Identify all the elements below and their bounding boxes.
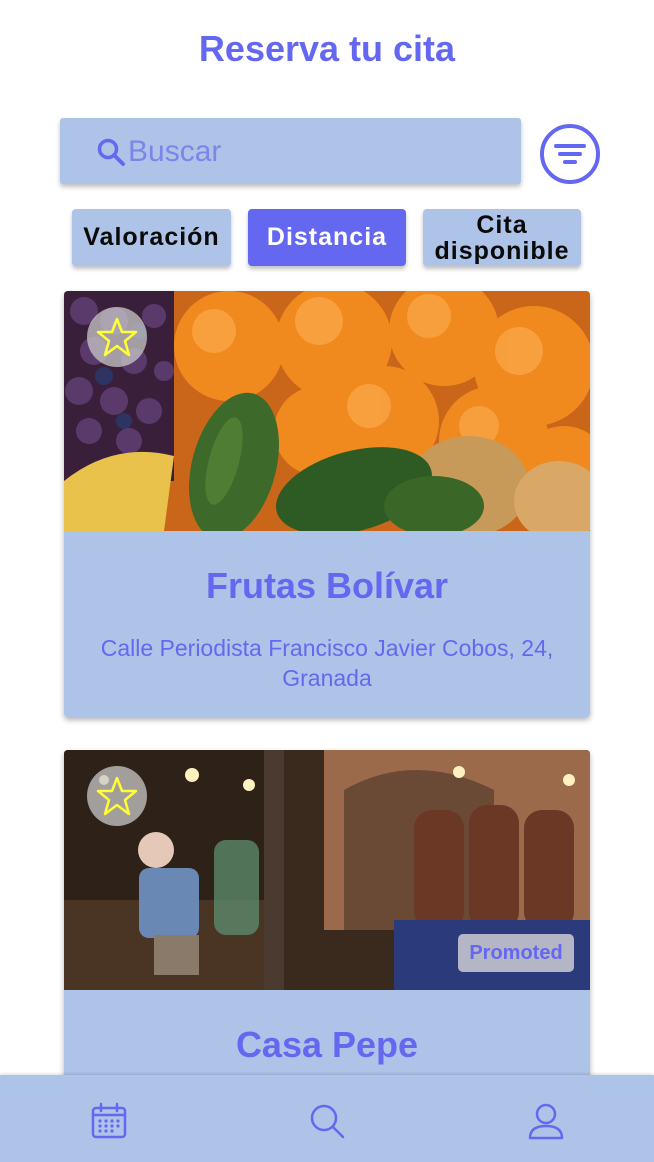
listing-image bbox=[64, 291, 590, 531]
search-input[interactable] bbox=[128, 130, 508, 174]
chip-label: Valoración bbox=[83, 223, 220, 251]
favorite-button[interactable] bbox=[87, 307, 147, 367]
search-icon[interactable] bbox=[307, 1101, 347, 1141]
filter-button[interactable] bbox=[540, 124, 600, 184]
chip-label-line2: disponible bbox=[434, 236, 570, 265]
listing-name: Casa Pepe bbox=[235, 1024, 419, 1065]
chip-label: Distancia bbox=[266, 223, 388, 251]
listing-card[interactable]: Frutas Bolívar Calle Periodista Francisc… bbox=[64, 291, 590, 717]
listing-card[interactable]: Promoted Casa Pepe bbox=[64, 750, 590, 1090]
page-title: Reserva tu cita bbox=[198, 28, 456, 69]
listing-image: Promoted bbox=[64, 750, 590, 990]
promoted-badge: Promoted bbox=[458, 934, 574, 972]
filter-icon bbox=[554, 144, 586, 164]
filter-chip-cita-disponible[interactable]: Cita disponible bbox=[423, 209, 581, 266]
filter-chip-valoracion[interactable]: Valoración bbox=[72, 209, 231, 266]
calendar-icon[interactable] bbox=[89, 1101, 129, 1141]
star-icon bbox=[96, 776, 138, 816]
bottom-nav bbox=[0, 1075, 654, 1162]
user-icon[interactable] bbox=[526, 1101, 566, 1141]
filter-chip-distancia[interactable]: Distancia bbox=[248, 209, 406, 266]
chip-label-line1: Cita bbox=[476, 210, 528, 239]
favorite-button[interactable] bbox=[87, 766, 147, 826]
search-icon bbox=[97, 138, 125, 166]
listing-address: Calle Periodista Francisco Javier Cobos,… bbox=[100, 635, 554, 691]
listing-name: Frutas Bolívar bbox=[205, 565, 449, 606]
star-icon bbox=[96, 317, 138, 357]
